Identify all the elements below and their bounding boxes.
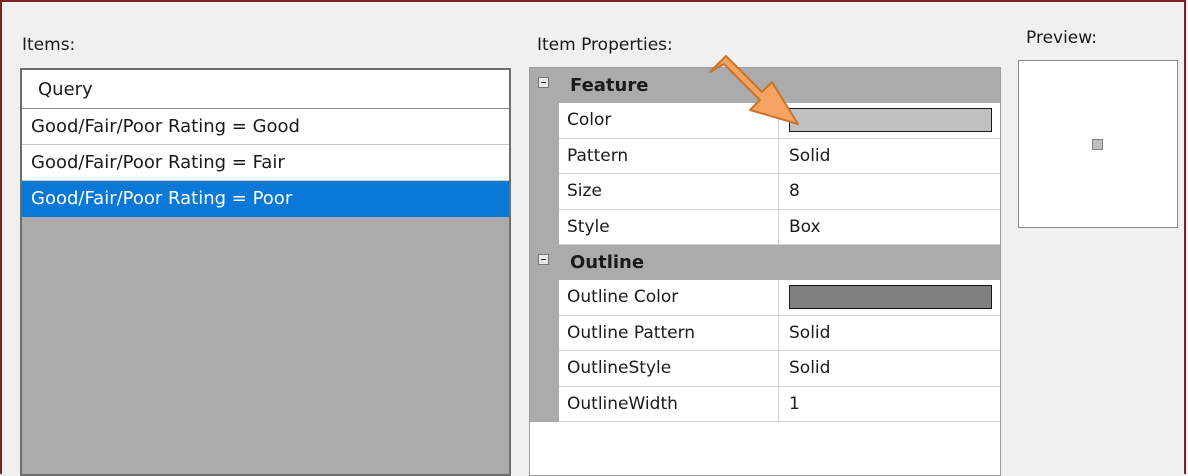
property-value-outline-color[interactable] — [779, 280, 1000, 316]
property-name: Size — [559, 174, 779, 210]
annotation-arrow-icon — [709, 55, 799, 125]
collapse-icon[interactable] — [538, 77, 549, 88]
property-row-pattern[interactable]: Pattern Solid — [530, 138, 1000, 174]
color-swatch[interactable] — [789, 285, 992, 309]
color-swatch[interactable] — [789, 108, 992, 132]
property-value[interactable]: Box — [779, 209, 1000, 245]
preview-panel — [1018, 60, 1178, 228]
category-name: Outline — [570, 252, 645, 273]
property-row-outline-style[interactable]: OutlineStyle Solid — [530, 351, 1000, 387]
items-list[interactable]: Query Good/Fair/Poor Rating = Good Good/… — [20, 68, 511, 476]
property-name: Pattern — [559, 138, 779, 174]
property-name: Outline Pattern — [559, 315, 779, 351]
preview-label: Preview: — [1026, 28, 1097, 48]
property-name: OutlineWidth — [559, 386, 779, 422]
property-value[interactable]: Solid — [779, 351, 1000, 387]
preview-symbol — [1092, 139, 1103, 150]
list-item[interactable]: Good/Fair/Poor Rating = Good — [22, 109, 509, 145]
property-value[interactable]: 8 — [779, 174, 1000, 210]
category-name: Feature — [570, 75, 649, 96]
property-row-style[interactable]: Style Box — [530, 209, 1000, 245]
property-value[interactable]: 1 — [779, 386, 1000, 422]
category-outline[interactable]: Outline — [530, 245, 1000, 280]
property-value[interactable]: Solid — [779, 138, 1000, 174]
property-value[interactable]: Solid — [779, 315, 1000, 351]
list-item-selected[interactable]: Good/Fair/Poor Rating = Poor — [22, 181, 509, 217]
collapse-icon[interactable] — [538, 254, 549, 265]
property-name: OutlineStyle — [559, 351, 779, 387]
items-list-header[interactable]: Query — [22, 70, 509, 109]
property-row-outline-width[interactable]: OutlineWidth 1 — [530, 386, 1000, 422]
property-name: Outline Color — [559, 280, 779, 316]
property-row-outline-color[interactable]: Outline Color — [530, 280, 1000, 316]
list-item[interactable]: Good/Fair/Poor Rating = Fair — [22, 145, 509, 181]
items-label: Items: — [22, 35, 76, 55]
item-properties-label: Item Properties: — [537, 35, 673, 55]
property-row-size[interactable]: Size 8 — [530, 174, 1000, 210]
property-row-outline-pattern[interactable]: Outline Pattern Solid — [530, 315, 1000, 351]
property-name: Style — [559, 209, 779, 245]
property-value-color[interactable] — [779, 103, 1000, 139]
